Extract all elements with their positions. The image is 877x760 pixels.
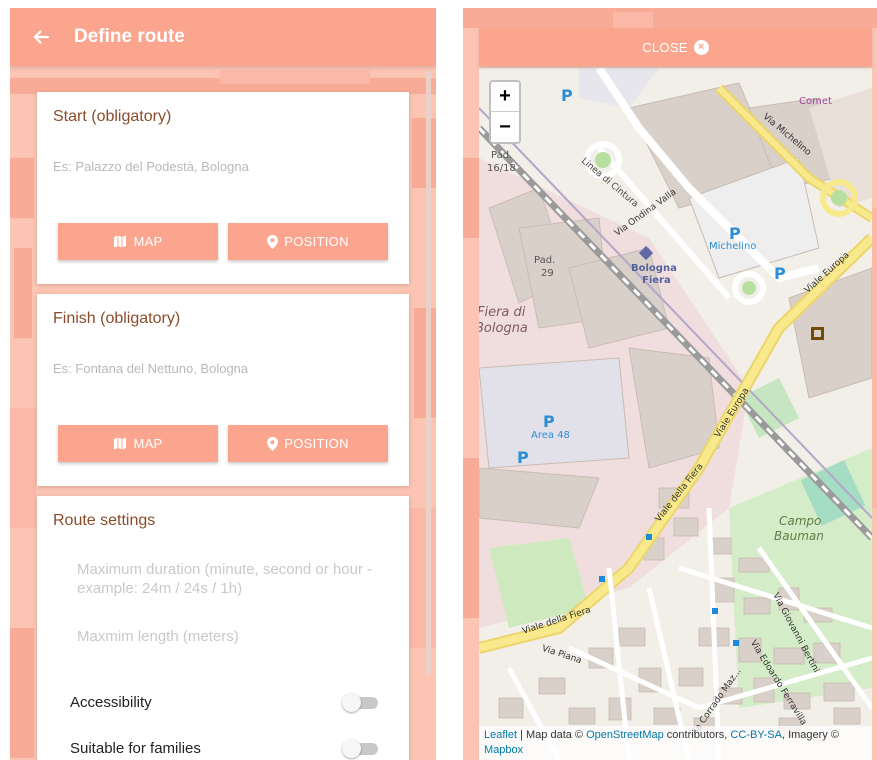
parking-label-2: P [774,264,786,283]
fiera-di-bologna-label-2: Bologna [479,321,528,336]
comet-label: Comet [799,96,832,107]
close-circle-icon: × [693,39,709,55]
map-icon [114,235,127,248]
finish-map-button[interactable]: MAP [58,425,218,462]
map-attribution: Leaflet | Map data © OpenStreetMap contr… [479,726,872,760]
location-pin-icon [267,234,279,249]
bologna-fiera-label-2: Fiera [642,275,671,286]
map-picker-screen: CLOSE × + − P Pad. 16/18 Pad. 29 Bologna… [463,8,877,760]
finish-position-label: POSITION [284,436,349,451]
pad-29-label-2: 29 [541,268,554,279]
zoom-in-button[interactable]: + [491,82,519,112]
openstreetmap-link[interactable]: OpenStreetMap [586,729,664,741]
finish-position-button[interactable]: POSITION [228,425,388,462]
max-length-input[interactable] [77,624,377,648]
parking-label: P [561,86,573,105]
pad-29-label-1: Pad. [534,255,556,266]
close-button[interactable]: CLOSE × [479,28,872,66]
bologna-fiera-label-1: Bologna [631,263,677,274]
start-card: Start (obligatory) MAP POSITION [37,92,409,284]
parking-area48-label: P [543,412,555,431]
leaflet-link[interactable]: Leaflet [484,729,517,741]
attribution-text-1: | Map data © [517,729,587,741]
start-position-label: POSITION [284,234,349,249]
back-button[interactable] [10,8,72,66]
max-duration-input[interactable] [77,560,377,602]
finish-input[interactable] [53,350,393,386]
area-48-label: Area 48 [531,430,570,441]
zoom-control: + − [489,80,521,144]
pad-1618-label-2: 16/18 [487,163,516,174]
page-title: Define route [74,26,185,47]
accessibility-toggle[interactable] [342,692,380,712]
scrollbar[interactable] [426,70,431,675]
pad-1618-label-1: Pad. [491,150,513,161]
families-row: Suitable for families [70,735,380,760]
campo-bauman-label-2: Bauman [774,529,824,543]
michelino-label: Michelino [709,241,757,252]
finish-card: Finish (obligatory) MAP POSITION [37,294,409,486]
finish-map-label: MAP [133,436,163,451]
accessibility-row: Accessibility [70,689,380,715]
map-view[interactable]: + − P Pad. 16/18 Pad. 29 Bologna Fiera P… [479,68,872,760]
route-form[interactable]: Start (obligatory) MAP POSITION Finish (… [10,66,436,760]
fiera-di-bologna-label-1: Fiera di [479,305,526,320]
finish-title: Finish (obligatory) [53,310,181,327]
start-input[interactable] [53,148,393,184]
close-label: CLOSE [642,39,688,55]
zoom-out-button[interactable]: − [491,112,519,142]
parking-label-3: P [517,448,529,467]
define-route-screen: Define route Start (obligatory) MAP POSI… [10,8,436,760]
arrow-left-icon [33,30,50,44]
start-map-button[interactable]: MAP [58,223,218,260]
campo-bauman-label-1: Campo [779,514,822,528]
families-label: Suitable for families [70,739,201,757]
route-settings-card: Route settings Accessibility Suitable fo… [37,496,409,760]
accessibility-label: Accessibility [70,693,152,711]
attribution-text-3: , Imagery © [781,729,839,741]
map-icon [114,437,127,450]
cc-by-sa-link[interactable]: CC-BY-SA [730,729,782,741]
families-toggle[interactable] [342,738,380,758]
start-position-button[interactable]: POSITION [228,223,388,260]
app-bar: Define route [10,8,436,66]
mapbox-link[interactable]: Mapbox [484,744,523,756]
start-map-label: MAP [133,234,163,249]
route-settings-title: Route settings [53,512,156,529]
start-title: Start (obligatory) [53,108,172,125]
location-pin-icon [267,436,279,451]
attribution-text-2: contributors, [663,729,731,741]
